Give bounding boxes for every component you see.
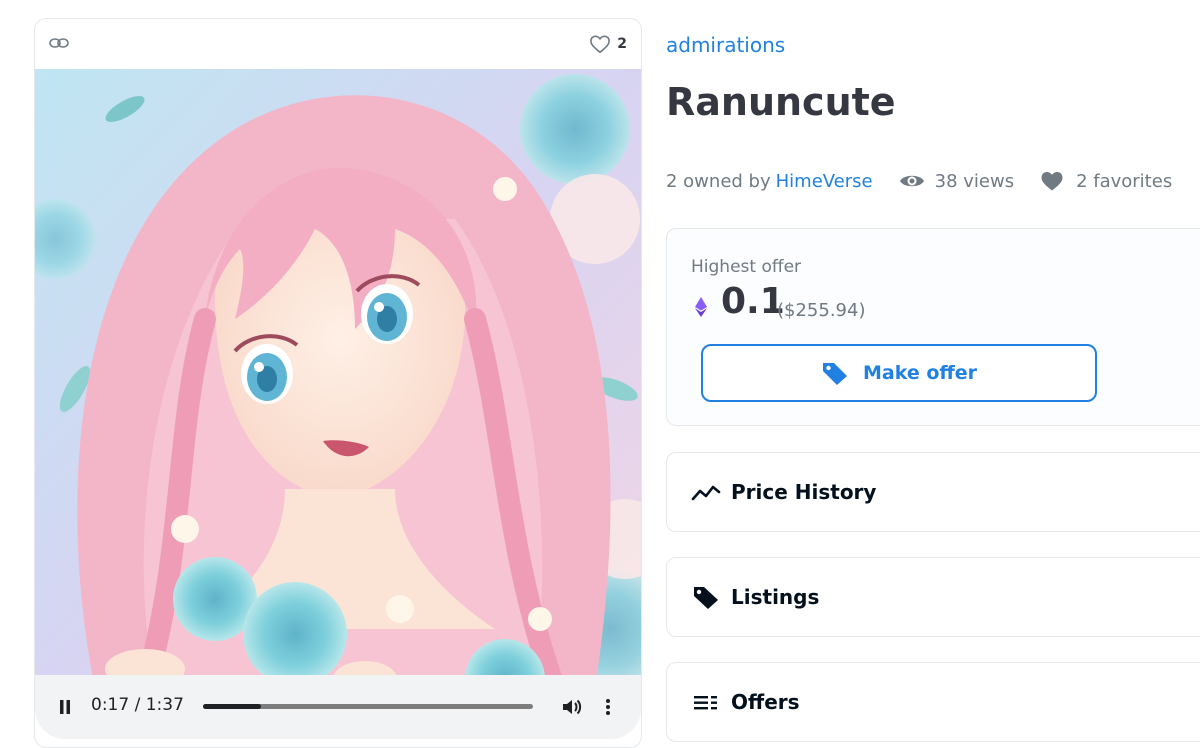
media-header: 2 xyxy=(35,19,641,69)
make-offer-button[interactable]: Make offer xyxy=(701,344,1097,402)
current-time: 0:17 xyxy=(91,695,130,715)
favorite-button[interactable]: 2 xyxy=(589,33,627,55)
highest-offer-label: Highest offer xyxy=(691,257,802,277)
favorite-count: 2 xyxy=(617,36,627,52)
duration: 1:37 xyxy=(145,695,184,715)
heart-outline-icon xyxy=(590,35,611,54)
item-title: Ranuncute xyxy=(666,80,896,124)
pause-icon[interactable] xyxy=(55,697,75,717)
price-history-label: Price History xyxy=(731,480,877,504)
eye-icon xyxy=(899,175,924,187)
price-history-section[interactable]: Price History xyxy=(666,452,1200,532)
artwork-image xyxy=(35,69,641,699)
more-options-icon[interactable] xyxy=(601,697,615,717)
item-meta: 2 owned by HimeVerse 38 views 2 favorite… xyxy=(666,168,1172,194)
progress-fill xyxy=(203,704,261,709)
media-card: 2 0:17 / 1:37 xyxy=(34,18,642,748)
trend-line-icon xyxy=(691,485,721,501)
listings-section[interactable]: Listings xyxy=(666,557,1200,637)
owner-link[interactable]: HimeVerse xyxy=(776,171,873,192)
audio-player: 0:17 / 1:37 xyxy=(35,675,641,739)
views-count: 38 views xyxy=(934,170,1015,192)
owned-label: 2 owned by xyxy=(666,170,771,192)
playback-time: 0:17 / 1:37 xyxy=(91,695,184,715)
heart-icon xyxy=(1041,172,1063,191)
offer-panel: Highest offer 0.1 ($255.94) Make offer xyxy=(666,228,1200,426)
progress-bar[interactable] xyxy=(203,704,533,709)
offer-price: 0.1 xyxy=(721,281,785,322)
tag-icon xyxy=(822,363,847,385)
time-separator: / xyxy=(134,695,141,715)
offers-section[interactable]: Offers xyxy=(666,662,1200,742)
offers-label: Offers xyxy=(731,690,800,714)
offer-usd: ($255.94) xyxy=(777,300,866,321)
make-offer-label: Make offer xyxy=(862,362,978,384)
volume-icon[interactable] xyxy=(561,697,583,717)
favorites-count: 2 favorites xyxy=(1076,170,1173,192)
collection-link[interactable]: admirations xyxy=(666,33,785,57)
listings-label: Listings xyxy=(731,585,820,609)
list-icon xyxy=(694,696,717,710)
ethereum-icon xyxy=(695,297,707,317)
tag-icon xyxy=(694,587,718,609)
chain-icon xyxy=(49,38,69,48)
